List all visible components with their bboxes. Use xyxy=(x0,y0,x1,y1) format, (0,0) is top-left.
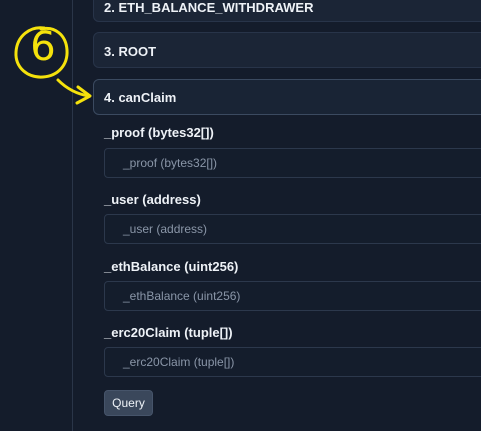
input-placeholder: _proof (bytes32[]) xyxy=(123,156,218,170)
annotation-step-number: 6 xyxy=(30,24,56,70)
step-annotation: 6 xyxy=(0,8,96,118)
function-card-canclaim[interactable]: 4. canClaim xyxy=(93,79,481,115)
input-placeholder: _erc20Claim (tuple[]) xyxy=(123,355,235,369)
function-card-eth-balance-withdrawer[interactable]: 2. ETH_BALANCE_WITHDRAWER xyxy=(93,0,481,22)
contract-read-panel: 6 2. ETH_BALANCE_WITHDRAWER 3. ROOT 4. c… xyxy=(0,0,481,431)
param-label-proof: _proof (bytes32[]) xyxy=(104,125,214,140)
query-button[interactable]: Query xyxy=(104,390,153,416)
param-label-erc20-claim: _erc20Claim (tuple[]) xyxy=(104,325,233,340)
param-input-user[interactable]: _user (address) xyxy=(104,214,481,244)
param-input-erc20-claim[interactable]: _erc20Claim (tuple[]) xyxy=(104,347,481,377)
input-placeholder: _ethBalance (uint256) xyxy=(123,289,241,303)
param-input-proof[interactable]: _proof (bytes32[]) xyxy=(104,148,481,178)
function-title: 4. canClaim xyxy=(104,90,177,105)
param-input-eth-balance[interactable]: _ethBalance (uint256) xyxy=(104,281,481,311)
input-placeholder: _user (address) xyxy=(123,222,208,236)
function-title: 3. ROOT xyxy=(104,44,157,59)
function-title: 2. ETH_BALANCE_WITHDRAWER xyxy=(104,0,314,15)
function-card-root[interactable]: 3. ROOT xyxy=(93,32,481,68)
param-label-eth-balance: _ethBalance (uint256) xyxy=(104,259,239,274)
param-label-user: _user (address) xyxy=(104,192,201,207)
